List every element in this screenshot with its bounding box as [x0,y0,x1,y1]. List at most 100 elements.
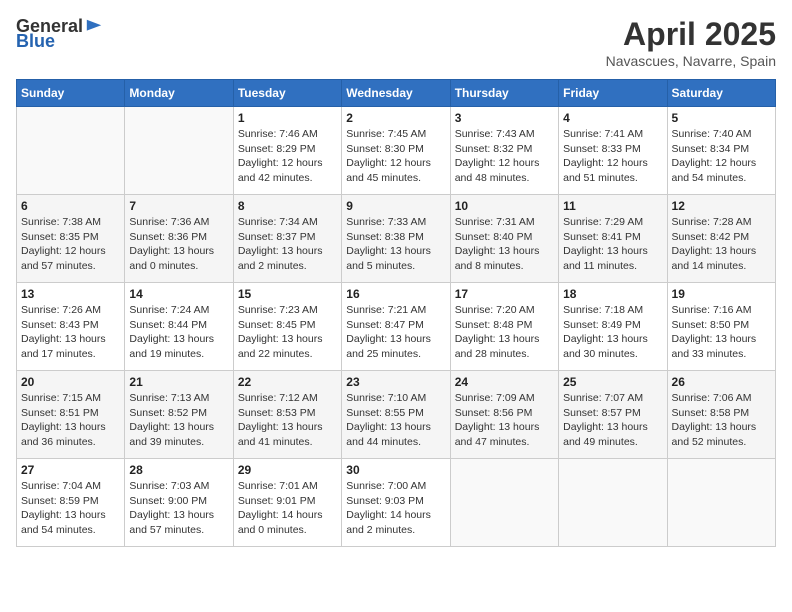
calendar-cell: 1 Sunrise: 7:46 AM Sunset: 8:29 PM Daylig… [233,107,341,195]
day-number: 2 [346,111,445,125]
day-number: 7 [129,199,228,213]
day-number: 9 [346,199,445,213]
calendar-cell [559,459,667,547]
calendar-cell: 25Sunrise: 7:07 AM Sunset: 8:57 PM Dayli… [559,371,667,459]
day-info: Sunrise: 7:20 AM Sunset: 8:48 PM Dayligh… [455,303,554,362]
day-number: 24 [455,375,554,389]
day-info: Sunrise: 7:41 AM Sunset: 8:33 PM Dayligh… [563,127,662,186]
logo-blue-text: Blue [16,31,55,52]
day-info: Sunrise: 7:16 AM Sunset: 8:50 PM Dayligh… [672,303,771,362]
day-number: 18 [563,287,662,301]
calendar-cell: 10 Sunrise: 7:31 AM Sunset: 8:40 PM Dayli… [450,195,558,283]
calendar-cell [17,107,125,195]
day-info: Sunrise: 7:06 AM Sunset: 8:58 PM Dayligh… [672,391,771,450]
day-info: Sunrise: 7:18 AM Sunset: 8:49 PM Dayligh… [563,303,662,362]
day-info: Sunrise: 7:46 AM Sunset: 8:29 PM Dayligh… [238,127,337,186]
calendar-cell: 7 Sunrise: 7:36 AM Sunset: 8:36 PM Daylig… [125,195,233,283]
day-info: Sunrise: 7:29 AM Sunset: 8:41 PM Dayligh… [563,215,662,274]
calendar-cell: 2 Sunrise: 7:45 AM Sunset: 8:30 PM Daylig… [342,107,450,195]
day-number: 10 [455,199,554,213]
calendar-cell: 17 Sunrise: 7:20 AM Sunset: 8:48 PM Dayli… [450,283,558,371]
day-number: 3 [455,111,554,125]
weekday-header-row: SundayMondayTuesdayWednesdayThursdayFrid… [17,80,776,107]
weekday-header: Friday [559,80,667,107]
day-number: 14 [129,287,228,301]
weekday-header: Saturday [667,80,775,107]
day-info: Sunrise: 7:21 AM Sunset: 8:47 PM Dayligh… [346,303,445,362]
calendar-cell: 13 Sunrise: 7:26 AM Sunset: 8:43 PM Dayli… [17,283,125,371]
day-info: Sunrise: 7:03 AM Sunset: 9:00 PM Dayligh… [129,479,228,538]
calendar-cell [667,459,775,547]
calendar-cell: 19Sunrise: 7:16 AM Sunset: 8:50 PM Dayli… [667,283,775,371]
day-number: 28 [129,463,228,477]
calendar-cell: 5 Sunrise: 7:40 AM Sunset: 8:34 PM Daylig… [667,107,775,195]
calendar-cell: 6 Sunrise: 7:38 AM Sunset: 8:35 PM Daylig… [17,195,125,283]
day-number: 6 [21,199,120,213]
calendar-row: 20Sunrise: 7:15 AM Sunset: 8:51 PM Dayli… [17,371,776,459]
calendar-cell: 20Sunrise: 7:15 AM Sunset: 8:51 PM Dayli… [17,371,125,459]
calendar-cell: 30 Sunrise: 7:00 AM Sunset: 9:03 PM Dayli… [342,459,450,547]
calendar-row: 27Sunrise: 7:04 AM Sunset: 8:59 PM Dayli… [17,459,776,547]
day-info: Sunrise: 7:28 AM Sunset: 8:42 PM Dayligh… [672,215,771,274]
day-number: 21 [129,375,228,389]
calendar-cell: 16 Sunrise: 7:21 AM Sunset: 8:47 PM Dayli… [342,283,450,371]
calendar-cell: 4 Sunrise: 7:41 AM Sunset: 8:33 PM Daylig… [559,107,667,195]
calendar-cell: 15Sunrise: 7:23 AM Sunset: 8:45 PM Dayli… [233,283,341,371]
title-area: April 2025 Navascues, Navarre, Spain [606,16,776,69]
calendar-cell: 29Sunrise: 7:01 AM Sunset: 9:01 PM Dayli… [233,459,341,547]
day-number: 26 [672,375,771,389]
day-info: Sunrise: 7:23 AM Sunset: 8:45 PM Dayligh… [238,303,337,362]
calendar-cell: 12 Sunrise: 7:28 AM Sunset: 8:42 PM Dayli… [667,195,775,283]
calendar-cell: 3 Sunrise: 7:43 AM Sunset: 8:32 PM Daylig… [450,107,558,195]
calendar-cell: 8Sunrise: 7:34 AM Sunset: 8:37 PM Daylig… [233,195,341,283]
calendar-cell: 27Sunrise: 7:04 AM Sunset: 8:59 PM Dayli… [17,459,125,547]
day-number: 1 [238,111,337,125]
calendar-table: SundayMondayTuesdayWednesdayThursdayFrid… [16,79,776,547]
logo: General Blue [16,16,103,52]
day-info: Sunrise: 7:10 AM Sunset: 8:55 PM Dayligh… [346,391,445,450]
calendar-row: 1 Sunrise: 7:46 AM Sunset: 8:29 PM Daylig… [17,107,776,195]
weekday-header: Sunday [17,80,125,107]
day-info: Sunrise: 7:01 AM Sunset: 9:01 PM Dayligh… [238,479,337,538]
location-subtitle: Navascues, Navarre, Spain [606,53,776,69]
day-number: 25 [563,375,662,389]
calendar-cell: 23Sunrise: 7:10 AM Sunset: 8:55 PM Dayli… [342,371,450,459]
day-info: Sunrise: 7:26 AM Sunset: 8:43 PM Dayligh… [21,303,120,362]
day-info: Sunrise: 7:36 AM Sunset: 8:36 PM Dayligh… [129,215,228,274]
calendar-row: 13 Sunrise: 7:26 AM Sunset: 8:43 PM Dayli… [17,283,776,371]
day-number: 17 [455,287,554,301]
day-info: Sunrise: 7:40 AM Sunset: 8:34 PM Dayligh… [672,127,771,186]
day-number: 30 [346,463,445,477]
weekday-header: Tuesday [233,80,341,107]
day-number: 4 [563,111,662,125]
day-info: Sunrise: 7:43 AM Sunset: 8:32 PM Dayligh… [455,127,554,186]
day-info: Sunrise: 7:38 AM Sunset: 8:35 PM Dayligh… [21,215,120,274]
calendar-cell: 9Sunrise: 7:33 AM Sunset: 8:38 PM Daylig… [342,195,450,283]
calendar-cell: 24 Sunrise: 7:09 AM Sunset: 8:56 PM Dayli… [450,371,558,459]
calendar-cell: 14Sunrise: 7:24 AM Sunset: 8:44 PM Dayli… [125,283,233,371]
day-info: Sunrise: 7:09 AM Sunset: 8:56 PM Dayligh… [455,391,554,450]
calendar-cell: 11 Sunrise: 7:29 AM Sunset: 8:41 PM Dayli… [559,195,667,283]
day-number: 5 [672,111,771,125]
calendar-cell: 22Sunrise: 7:12 AM Sunset: 8:53 PM Dayli… [233,371,341,459]
day-info: Sunrise: 7:34 AM Sunset: 8:37 PM Dayligh… [238,215,337,274]
calendar-cell [125,107,233,195]
day-number: 13 [21,287,120,301]
day-info: Sunrise: 7:13 AM Sunset: 8:52 PM Dayligh… [129,391,228,450]
day-number: 20 [21,375,120,389]
day-info: Sunrise: 7:31 AM Sunset: 8:40 PM Dayligh… [455,215,554,274]
day-number: 16 [346,287,445,301]
calendar-row: 6 Sunrise: 7:38 AM Sunset: 8:35 PM Daylig… [17,195,776,283]
day-info: Sunrise: 7:00 AM Sunset: 9:03 PM Dayligh… [346,479,445,538]
weekday-header: Thursday [450,80,558,107]
month-title: April 2025 [606,16,776,53]
header: General Blue April 2025 Navascues, Navar… [16,16,776,69]
day-number: 27 [21,463,120,477]
day-info: Sunrise: 7:12 AM Sunset: 8:53 PM Dayligh… [238,391,337,450]
day-info: Sunrise: 7:45 AM Sunset: 8:30 PM Dayligh… [346,127,445,186]
calendar-cell [450,459,558,547]
weekday-header: Wednesday [342,80,450,107]
day-number: 12 [672,199,771,213]
day-number: 11 [563,199,662,213]
calendar-cell: 21 Sunrise: 7:13 AM Sunset: 8:52 PM Dayli… [125,371,233,459]
